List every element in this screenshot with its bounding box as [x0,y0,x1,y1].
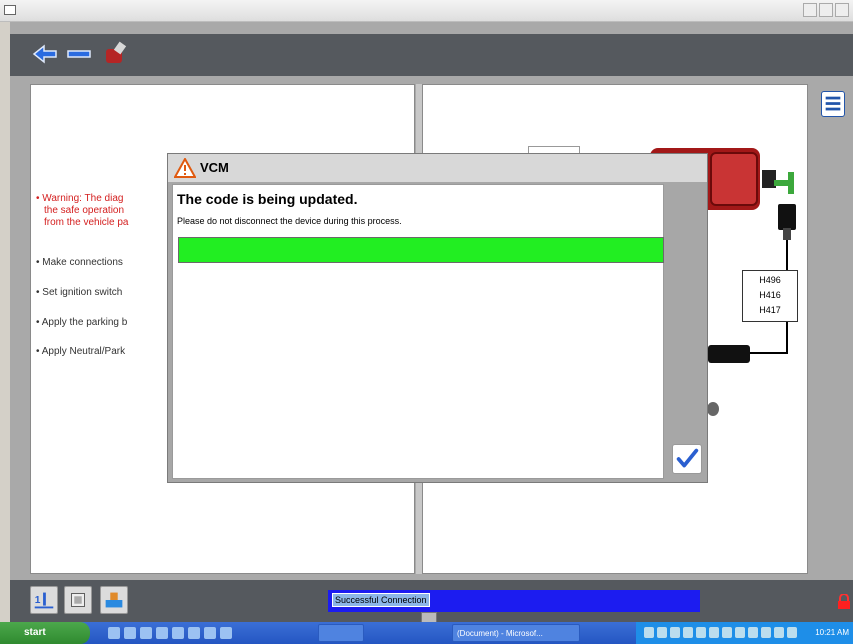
top-toolbar [10,34,853,76]
quick-launch-icon-2[interactable] [124,627,136,639]
tray-icon-9[interactable] [748,627,758,638]
minimize-button[interactable] [803,3,817,17]
tray-clock: 10:21 AM [815,628,849,637]
left-rail [10,76,30,580]
tray-icon-1[interactable] [644,627,654,638]
quick-launch-icon-3[interactable] [140,627,152,639]
quick-launch-icon-7[interactable] [204,627,216,639]
step-parking-brake: • Apply the parking b [36,317,128,328]
vcm-update-dialog: VCM The code is being updated. Please do… [167,153,708,483]
connection-status-bar: Successful Connection [328,590,700,612]
part-label-2: H416 [759,290,781,300]
diagram-knob [707,402,719,416]
tray-icon-5[interactable] [696,627,706,638]
warning-text-3: from the vehicle pa [44,217,129,228]
vci-device-body [710,152,758,206]
cable-line-horizontal [748,352,788,354]
step-ignition: • Set ignition switch [36,287,123,298]
taskbar-task-app[interactable] [318,624,364,642]
part-number-box: H496 H416 H417 [742,270,798,322]
vehicle-connection-icon[interactable] [100,586,128,614]
warning-text-2: the safe operation [44,205,125,216]
update-progress-bar [178,237,664,263]
connection-status-text: Successful Connection [332,593,430,607]
dialog-headline: The code is being updated. [177,191,358,207]
start-label: start [24,627,46,638]
system-tray: 10:21 AM [636,622,853,644]
tray-icon-6[interactable] [709,627,719,638]
quick-launch-icon-6[interactable] [188,627,200,639]
tray-icon-8[interactable] [735,627,745,638]
quick-launch [108,627,232,639]
tray-icon-2[interactable] [657,627,667,638]
taskbar-task-document-label: (Document) - Microsof... [457,629,543,638]
start-button[interactable]: start [0,622,90,644]
close-button[interactable] [835,3,849,17]
window-controls [803,3,849,17]
tray-icon-12[interactable] [787,627,797,638]
usb-plug-tail [783,228,791,240]
usb-plug-icon [778,204,796,230]
dialog-body: The code is being updated. Please do not… [172,184,664,479]
data-display-icon[interactable]: 1 [30,586,58,614]
tray-icon-7[interactable] [722,627,732,638]
dialog-titlebar: VCM [168,154,707,182]
quick-launch-icon-1[interactable] [108,627,120,639]
obd-connector-icon [708,345,750,363]
tray-icon-3[interactable] [670,627,680,638]
dialog-message: Please do not disconnect the device duri… [177,216,402,226]
tray-icon-11[interactable] [774,627,784,638]
part-label-3: H417 [759,305,781,315]
quick-launch-icon-5[interactable] [172,627,184,639]
forward-icon[interactable] [64,39,94,69]
tray-icons [644,627,797,638]
tools-icon[interactable] [100,39,130,69]
step-make-connections: • Make connections [36,257,123,268]
tray-icon-10[interactable] [761,627,771,638]
list-icon[interactable] [821,91,845,117]
module-icon[interactable] [64,586,92,614]
quick-launch-icon-8[interactable] [220,627,232,639]
progress-fill [179,238,663,262]
step-neutral-park: • Apply Neutral/Park [36,346,126,357]
dialog-title: VCM [200,160,229,175]
taskbar-task-document[interactable]: (Document) - Microsof... [452,624,580,642]
warning-triangle-icon [174,158,196,178]
back-icon[interactable] [30,39,60,69]
window-titlebar [0,0,853,22]
tray-icon-4[interactable] [683,627,693,638]
os-taskbar: start (Document) - Microsof... 10:21 AM [0,622,853,644]
svg-text:1: 1 [35,595,41,606]
ok-checkmark-button[interactable] [672,444,702,474]
lock-icon [838,594,850,609]
app-icon [4,5,16,15]
maximize-button[interactable] [819,3,833,17]
quick-launch-icon-4[interactable] [156,627,168,639]
green-cable-up [788,172,794,194]
part-label-1: H496 [759,275,781,285]
warning-text-1: • Warning: The diag [36,193,124,204]
